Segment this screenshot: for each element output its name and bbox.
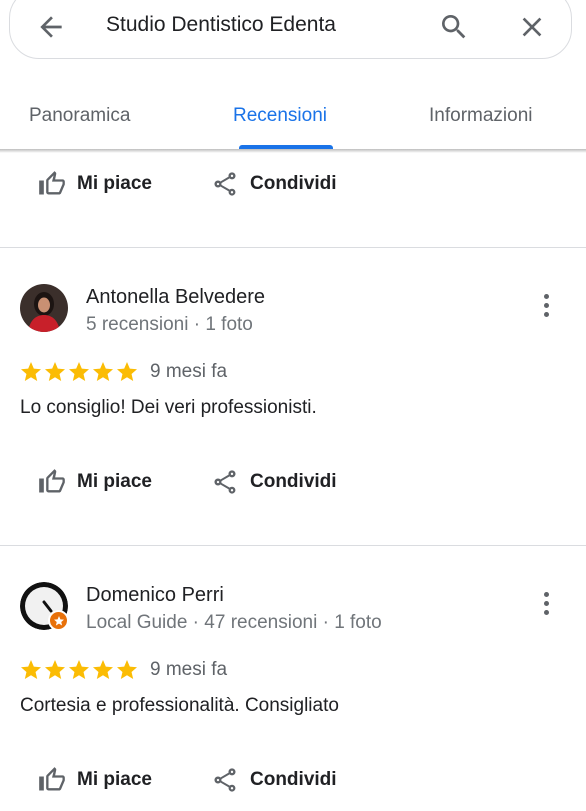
- search-input[interactable]: Studio Dentistico Edenta: [106, 13, 336, 37]
- share-label: Condividi: [250, 173, 337, 194]
- star-icon: [45, 660, 65, 679]
- review-time: 9 mesi fa: [150, 659, 228, 680]
- more-options-button[interactable]: [533, 588, 559, 618]
- star-icon: [117, 660, 137, 679]
- back-arrow-icon[interactable]: [35, 11, 67, 43]
- share-button[interactable]: Condividi: [211, 164, 337, 204]
- like-button[interactable]: Mi piace: [38, 760, 152, 800]
- star-icon: [117, 362, 137, 381]
- divider: [0, 247, 586, 248]
- share-label: Condividi: [250, 471, 337, 492]
- search-icon[interactable]: [438, 11, 470, 43]
- avatar[interactable]: [20, 284, 68, 332]
- like-label: Mi piace: [77, 769, 152, 790]
- like-label: Mi piace: [77, 471, 152, 492]
- review-time: 9 mesi fa: [150, 361, 228, 382]
- tab-informazioni[interactable]: Informazioni: [429, 105, 533, 127]
- local-guide-badge: [48, 610, 69, 631]
- tabs-shadow: [0, 149, 586, 153]
- review-author[interactable]: Antonella Belvedere: [86, 286, 265, 309]
- like-label: Mi piace: [77, 173, 152, 194]
- thumb-up-icon: [39, 171, 65, 195]
- share-icon: [214, 768, 236, 792]
- star-icon: [21, 660, 41, 679]
- like-button[interactable]: Mi piace: [38, 164, 152, 204]
- more-dot-icon: [543, 311, 549, 317]
- review-actions: Mi piace Condividi: [0, 462, 586, 502]
- star-icon: [69, 660, 89, 679]
- more-options-button[interactable]: [533, 290, 559, 320]
- close-icon[interactable]: [516, 11, 548, 43]
- share-button[interactable]: Condividi: [211, 462, 337, 502]
- share-icon: [214, 470, 236, 494]
- star-icon: [53, 615, 64, 625]
- more-dot-icon: [543, 293, 549, 299]
- more-dot-icon: [543, 302, 549, 308]
- review-card: Antonella Belvedere 5 recensioni · 1 fot…: [0, 284, 586, 524]
- search-bar[interactable]: Studio Dentistico Edenta: [9, 0, 572, 59]
- thumb-up-icon: [39, 767, 65, 791]
- tab-recensioni[interactable]: Recensioni: [233, 105, 327, 127]
- share-icon: [214, 172, 236, 196]
- star-rating: [19, 360, 139, 384]
- review-actions: Mi piace Condividi: [0, 164, 586, 204]
- review-actions: Mi piace Condividi: [0, 760, 586, 800]
- star-icon: [93, 660, 113, 679]
- star-icon: [45, 362, 65, 381]
- avatar-photo-icon: [20, 284, 68, 332]
- review-card: Domenico Perri Local Guide · 47 recensio…: [0, 582, 586, 811]
- divider: [0, 545, 586, 546]
- star-rating: [19, 658, 139, 682]
- more-dot-icon: [543, 600, 549, 606]
- thumb-up-icon: [39, 469, 65, 493]
- share-label: Condividi: [250, 769, 337, 790]
- star-icon: [93, 362, 113, 381]
- review-author-meta: 5 recensioni · 1 foto: [86, 314, 253, 335]
- star-icon: [21, 362, 41, 381]
- review-text: Lo consiglio! Dei veri professionisti.: [20, 397, 317, 418]
- star-icon: [69, 362, 89, 381]
- review-author-meta: Local Guide · 47 recensioni · 1 foto: [86, 612, 382, 633]
- share-button[interactable]: Condividi: [211, 760, 337, 800]
- tab-panoramica[interactable]: Panoramica: [29, 105, 130, 127]
- like-button[interactable]: Mi piace: [38, 462, 152, 502]
- review-text: Cortesia e professionalità. Consigliato: [20, 695, 339, 716]
- more-dot-icon: [543, 591, 549, 597]
- tab-bar: Panoramica Recensioni Informazioni: [0, 88, 586, 150]
- more-dot-icon: [543, 609, 549, 615]
- review-author[interactable]: Domenico Perri: [86, 584, 224, 607]
